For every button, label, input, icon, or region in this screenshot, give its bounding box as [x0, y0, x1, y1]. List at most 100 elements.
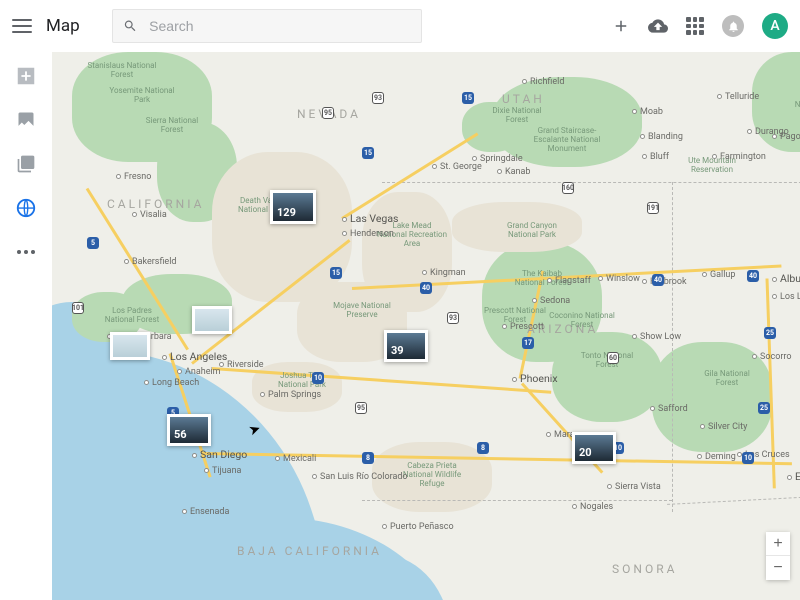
city-label[interactable]: Sierra Vista [607, 482, 661, 492]
city-label[interactable]: Ensenada [182, 507, 229, 517]
avatar[interactable]: A [762, 13, 788, 39]
menu-icon[interactable] [12, 19, 32, 33]
route-shield: 191 [647, 202, 659, 214]
park-label: Gila National Forest [692, 370, 762, 388]
route-shield: 15 [362, 147, 374, 159]
city-label[interactable]: Visalia [132, 210, 167, 220]
city-label[interactable]: Palm Springs [260, 390, 321, 400]
city-label[interactable]: Fresno [116, 172, 151, 182]
upload-icon[interactable] [648, 16, 668, 36]
route-shield: 8 [362, 452, 374, 464]
map-viewport[interactable]: CALIFORNIANEVADAUTAHARIZONASONORABAJA CA… [52, 52, 800, 600]
city-label[interactable]: Long Beach [144, 378, 199, 388]
city-label[interactable]: Blanding [640, 132, 683, 142]
city-label[interactable]: Nogales [572, 502, 613, 512]
city-label[interactable]: Gallup [702, 270, 735, 280]
sidebar [0, 52, 52, 600]
route-shield: 95 [322, 107, 334, 119]
city-label[interactable]: Kanab [497, 167, 530, 177]
city-label[interactable]: Deming [697, 452, 736, 462]
route-shield: 15 [330, 267, 342, 279]
park-label: Rio Grande National Forest [787, 92, 800, 110]
route-shield: 60 [607, 352, 619, 364]
park-label: Dixie National Forest [482, 107, 552, 125]
apps-icon[interactable] [686, 17, 704, 35]
city-label[interactable]: Kingman [422, 268, 466, 278]
city-label[interactable]: Las Vegas [342, 212, 398, 225]
route-shield: 93 [447, 312, 459, 324]
sidebar-collections-icon[interactable] [14, 152, 38, 176]
zoom-control: + − [766, 532, 790, 580]
sidebar-explore-icon[interactable] [14, 196, 38, 220]
city-label[interactable]: Safford [650, 404, 688, 414]
route-shield: 101 [72, 302, 84, 314]
city-label[interactable]: Bakersfield [124, 257, 176, 267]
route-shield: 95 [355, 402, 367, 414]
city-label[interactable]: Prescott [502, 322, 544, 332]
route-shield: 40 [420, 282, 432, 294]
city-label[interactable]: Winslow [598, 274, 640, 284]
park-label: Los Padres National Forest [97, 307, 167, 325]
city-label[interactable]: Silver City [700, 422, 747, 432]
photo-cluster-pin[interactable]: 56 [167, 414, 211, 446]
route-shield: 8 [477, 442, 489, 454]
city-label[interactable]: Los Angeles [162, 350, 227, 363]
city-label[interactable]: Springdale [472, 154, 523, 164]
route-shield: 17 [522, 337, 534, 349]
park-label: Coconino National Forest [547, 312, 617, 330]
route-shield: 10 [742, 452, 754, 464]
map-canvas[interactable]: CALIFORNIANEVADAUTAHARIZONASONORABAJA CA… [52, 52, 800, 600]
sidebar-image-icon[interactable] [14, 108, 38, 132]
route-shield: 160 [562, 182, 574, 194]
route-shield: 40 [652, 274, 664, 286]
city-label[interactable]: Farmington [712, 152, 766, 162]
add-button[interactable] [612, 17, 630, 35]
region-label: UTAH [502, 92, 545, 106]
city-label[interactable]: El Paso [787, 470, 800, 483]
search-input[interactable] [149, 18, 410, 34]
city-label[interactable]: Sedona [532, 296, 570, 306]
city-label[interactable]: Flagstaff [547, 276, 591, 286]
city-label[interactable]: San Diego [192, 448, 247, 461]
search-icon [123, 18, 138, 34]
city-label[interactable]: Albuquerque [772, 272, 800, 285]
city-label[interactable]: Show Low [632, 332, 681, 342]
city-label[interactable]: San Luis Río Colorado [312, 472, 408, 482]
park-label: Grand Canyon National Park [497, 222, 567, 240]
sidebar-more-icon[interactable] [14, 240, 38, 264]
zoom-in-button[interactable]: + [766, 532, 790, 556]
city-label[interactable]: Socorro [752, 352, 791, 362]
route-shield: 25 [764, 327, 776, 339]
photo-cluster-pin[interactable]: 20 [572, 432, 616, 464]
zoom-out-button[interactable]: − [766, 556, 790, 580]
notifications-icon[interactable] [722, 15, 744, 37]
route-shield: 5 [87, 237, 99, 249]
city-label[interactable]: Phoenix [512, 372, 558, 385]
route-shield: 40 [747, 270, 759, 282]
city-label[interactable]: Henderson [342, 229, 394, 239]
park-label: Mojave National Preserve [327, 302, 397, 320]
city-label[interactable]: Richfield [522, 77, 564, 87]
city-label[interactable]: Riverside [219, 360, 264, 370]
photo-cluster-pin[interactable] [110, 332, 150, 360]
route-shield: 93 [372, 92, 384, 104]
city-label[interactable]: Tijuana [204, 466, 241, 476]
route-shield: 25 [758, 402, 770, 414]
region-label: CALIFORNIA [107, 197, 204, 211]
photo-cluster-pin[interactable] [192, 306, 232, 334]
city-label[interactable]: Mexicali [275, 454, 316, 464]
park-label: Yosemite National Park [107, 87, 177, 105]
sidebar-add-icon[interactable] [14, 64, 38, 88]
city-label[interactable]: Anaheim [177, 367, 221, 377]
photo-cluster-pin[interactable]: 39 [384, 330, 428, 362]
city-label[interactable]: Pagosa Springs [772, 132, 800, 142]
search-box[interactable] [112, 9, 422, 43]
photo-cluster-pin[interactable]: 129 [270, 190, 316, 224]
city-label[interactable]: Puerto Peñasco [382, 522, 454, 532]
city-label[interactable]: Telluride [717, 92, 759, 102]
city-label[interactable]: Los Lunas [772, 292, 800, 302]
header-bar: Map A [0, 0, 800, 52]
city-label[interactable]: Holbrook [642, 277, 687, 287]
city-label[interactable]: Bluff [642, 152, 669, 162]
city-label[interactable]: Moab [632, 107, 663, 117]
